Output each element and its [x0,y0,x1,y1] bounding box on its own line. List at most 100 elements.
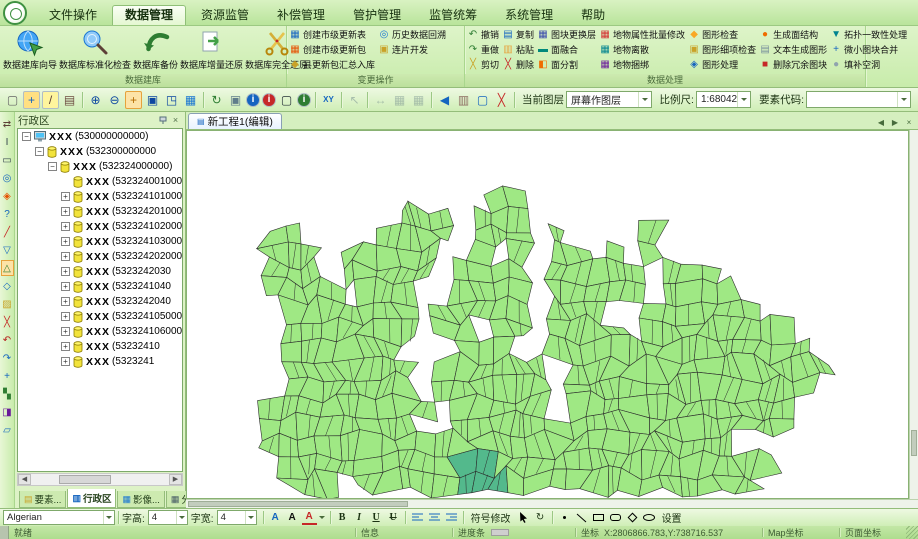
expander-icon[interactable]: + [61,327,70,336]
ribbon-button[interactable]: ↶撤销 [467,27,499,42]
select-rect-icon[interactable]: ▢ [474,91,491,109]
tab-scroll-left-icon[interactable]: ◀ [874,116,888,129]
ribbon-button[interactable]: ▣连片开发 [378,42,446,57]
ribbon-button[interactable]: 数据库标准化检查 [58,27,132,72]
erase-icon[interactable]: ╳ [1,314,14,330]
edit-feature-icon[interactable]: / [42,91,59,109]
cursor-icon[interactable] [516,510,531,525]
tab-数据管理[interactable]: 数据管理 [112,5,186,25]
expander-icon[interactable]: − [22,132,31,141]
identify-green-icon[interactable]: i [297,93,311,107]
rotate-button[interactable]: ↻ [533,510,548,525]
ribbon-button[interactable]: 数据库备份 [132,27,179,72]
query-icon[interactable]: ? [1,206,14,222]
redo-tool-icon[interactable]: ↷ [1,350,14,366]
tree-row[interactable]: −XXX(530000000000) [18,129,182,144]
tree-row[interactable]: +XXX(5323241 [18,354,182,369]
identify-red-icon[interactable]: i [262,93,276,107]
tree-row[interactable]: +XXX(532324101000 [18,189,182,204]
chevron-down-icon[interactable] [638,92,651,107]
ribbon-button[interactable]: ◆县更新包汇总入库 [289,57,375,72]
ribbon-button[interactable]: 数据库增量还原 [179,27,244,72]
window-view-icon[interactable]: ▣ [227,91,244,109]
scrollbar-thumb[interactable] [911,430,917,456]
ribbon-button[interactable]: ▤文本生成图形 [759,42,827,57]
expander-icon[interactable]: + [61,222,70,231]
tree-row[interactable]: +XXX(532324102000 [18,219,182,234]
effects-icon[interactable]: ◈ [1,188,14,204]
draw-line-button[interactable] [574,510,589,525]
ribbon-button[interactable]: ◎历史数据回溯 [378,27,446,42]
zoom-in-icon[interactable]: ⊕ [87,91,104,109]
resize-grip[interactable] [906,526,918,539]
ribbon-button[interactable]: ▬面融合 [537,42,596,57]
text-color-blue-button[interactable]: A [268,510,283,525]
expander-icon[interactable]: + [61,357,70,366]
refresh-map-icon[interactable]: ↻ [208,91,225,109]
scroll-right-icon[interactable]: ▶ [169,474,182,485]
tree-row[interactable]: +XXX(5323242030 [18,264,182,279]
map-v-scrollbar[interactable] [909,130,918,499]
close-icon[interactable]: × [169,114,182,126]
add-feature-icon[interactable]: + [23,91,40,109]
ribbon-button[interactable]: ◧面分割 [537,57,596,72]
zoom-out-icon[interactable]: ⊖ [106,91,123,109]
draw-rect-button[interactable] [591,510,606,525]
expander-icon[interactable]: + [61,267,70,276]
chevron-down-icon[interactable] [103,511,114,524]
ribbon-button[interactable]: ╳剪切 [467,57,499,72]
diamond-tool-icon[interactable]: ◇ [1,278,14,294]
ribbon-button[interactable]: ▦地物属性批量修改 [599,27,685,42]
draw-ellipse-button[interactable] [642,510,657,525]
symbol-edit-button[interactable]: 符号修改 [468,510,514,525]
tab-系统管理[interactable]: 系统管理 [492,5,566,25]
zoom-window-icon[interactable]: ◳ [163,91,180,109]
ribbon-button[interactable]: 数据建库向导 [2,27,58,72]
expander-icon[interactable]: + [61,297,70,306]
expander-icon[interactable]: + [61,282,70,291]
tree-row[interactable]: +XXX(532324106000 [18,324,182,339]
view-eye-icon[interactable]: ◎ [1,170,14,186]
pan-icon[interactable]: + [125,91,142,109]
chevron-down-icon[interactable] [318,513,327,522]
tree-row[interactable]: +XXX(532324201000 [18,204,182,219]
scrollbar-thumb[interactable] [59,475,111,484]
ribbon-button[interactable]: ■删除冗余图块 [759,57,827,72]
scrollbar-thumb[interactable] [188,501,408,507]
scale-select[interactable]: 1:68042 [696,91,751,108]
tree-row[interactable]: −XXX(532300000000 [18,144,182,159]
image-view-icon[interactable]: ▦ [182,91,199,109]
current-layer-select[interactable]: 屏幕作图层 [566,91,652,108]
map-canvas[interactable] [186,130,909,499]
xy-locate-icon[interactable]: XY [320,91,337,109]
ribbon-button[interactable]: ▦图块更换层 [537,27,596,42]
scroll-left-icon[interactable]: ◀ [18,474,31,485]
filter-icon[interactable]: ▽ [1,242,14,258]
ribbon-button[interactable]: ◈图形处理 [688,57,756,72]
select-box-icon[interactable]: ▢ [278,91,295,109]
expander-icon[interactable]: + [61,237,70,246]
pin-icon[interactable] [156,114,169,126]
ribbon-button[interactable]: ▥粘贴 [502,42,534,57]
document-tab[interactable]: ▤ 新工程1(编辑) [188,113,282,129]
ribbon-button[interactable]: ↷重做 [467,42,499,57]
expander-icon[interactable]: + [61,252,70,261]
sketch-icon[interactable]: ╱ [1,224,14,240]
chevron-down-icon[interactable] [245,511,256,524]
tree-row[interactable]: +XXX(532324202000 [18,249,182,264]
tab-管护管理[interactable]: 管护管理 [340,5,414,25]
route-icon[interactable]: ⇄ [1,116,14,132]
expander-icon[interactable]: − [48,162,57,171]
panel-tab-影像...[interactable]: ▦影像... [117,491,164,508]
draw-point-button[interactable] [557,510,572,525]
triangle-tool-icon[interactable]: △ [1,260,14,276]
move-tool-icon[interactable]: + [1,368,14,384]
underline-button[interactable]: U [369,510,384,525]
tab-帮助[interactable]: 帮助 [568,5,618,25]
align-left-button[interactable] [410,510,425,525]
expander-icon[interactable]: − [35,147,44,156]
grid-a-icon[interactable]: ▦ [391,91,408,109]
grid-b-icon[interactable]: ▦ [410,91,427,109]
expander-icon[interactable]: + [61,342,70,351]
chevron-down-icon[interactable] [176,511,187,524]
